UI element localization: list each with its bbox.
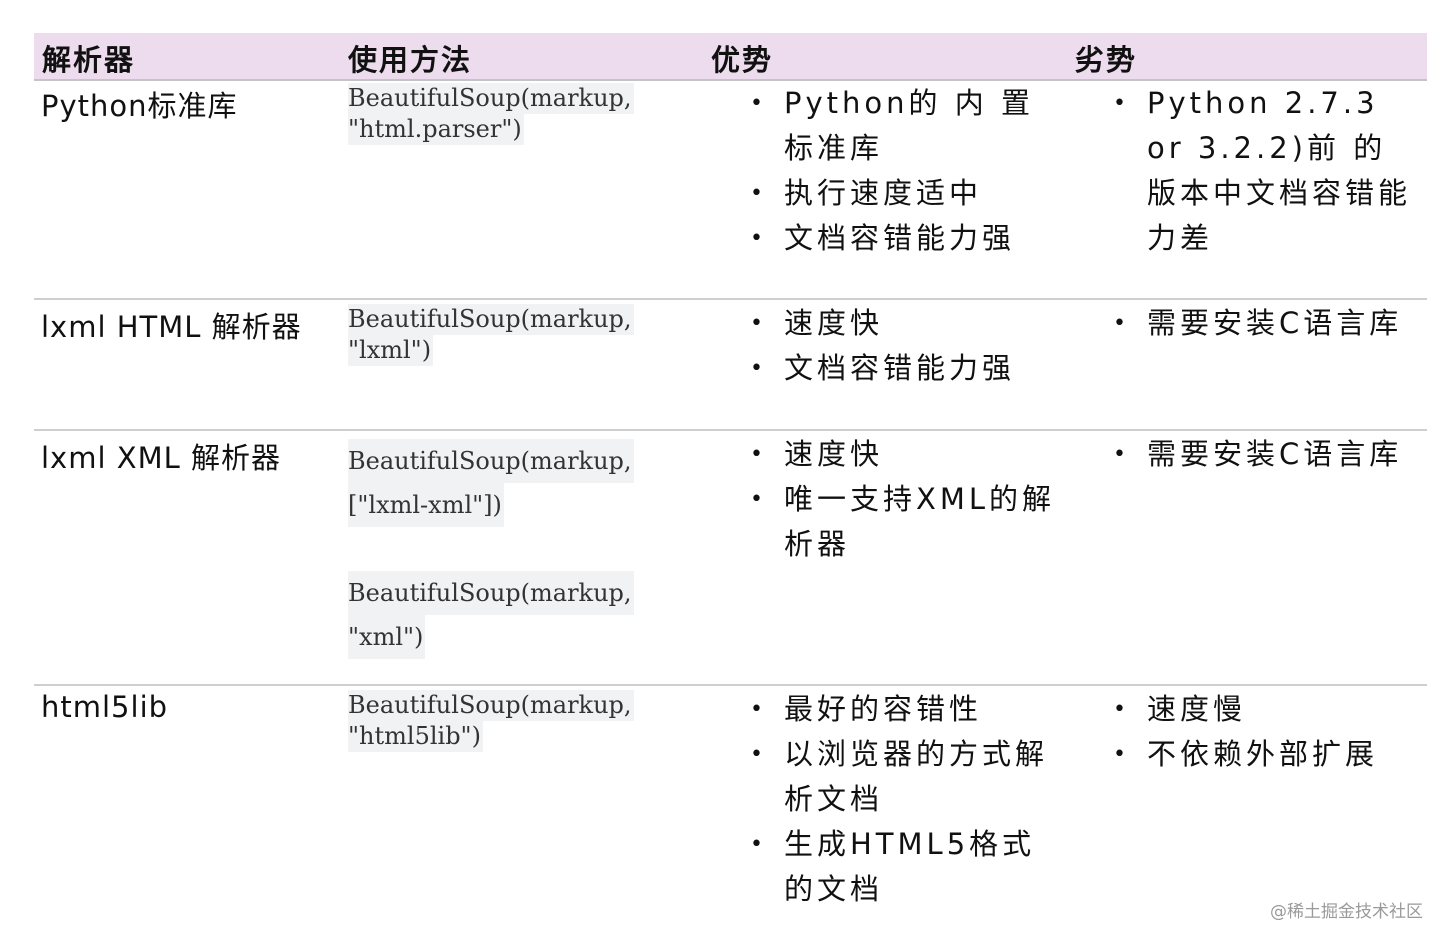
code-line: "xml") — [348, 615, 426, 659]
list-item: • 文档容错能力强 — [750, 216, 1060, 261]
row-divider — [34, 298, 1427, 300]
bullet-icon: • — [750, 226, 767, 251]
list-item: • 唯一支持XML的解析器 — [750, 477, 1060, 567]
pros-list: • Python的 内 置 标准库 • 执行速度适中 • 文档容错能力强 — [750, 81, 1060, 261]
usage-code: BeautifulSoup(markup, "lxml") — [348, 304, 634, 366]
bullet-icon: • — [750, 91, 767, 116]
table-header: 解析器 使用方法 优势 劣势 — [34, 33, 1427, 81]
cons-list: • Python 2.7.3 or 3.2.2)前 的版本中文档容错能力差 — [1113, 81, 1413, 261]
usage-code: BeautifulSoup(markup, "html5lib") — [348, 690, 634, 752]
code-line: BeautifulSoup(markup, — [348, 304, 634, 335]
code-line: BeautifulSoup(markup, — [348, 571, 634, 615]
bullet-icon: • — [750, 356, 767, 381]
list-item: • 生成HTML5格式的文档 — [750, 822, 1060, 912]
list-item: • 速度快 — [750, 432, 1060, 477]
header-parser: 解析器 — [42, 43, 136, 77]
code-line: "html.parser") — [348, 114, 524, 145]
bullet-icon: • — [750, 697, 767, 722]
usage-code: BeautifulSoup(markup, "html.parser") — [348, 83, 634, 145]
list-item: • 以浏览器的方式解析文档 — [750, 732, 1060, 822]
header-pros: 优势 — [711, 43, 774, 77]
list-item: • 速度快 — [750, 301, 1060, 346]
header-cons: 劣势 — [1075, 43, 1138, 77]
bullet-icon: • — [750, 311, 767, 336]
parser-name: Python标准库 — [41, 89, 238, 123]
cons-list: • 速度慢 • 不依赖外部扩展 — [1113, 687, 1413, 777]
list-item: • 文档容错能力强 — [750, 346, 1060, 391]
list-item: • 速度慢 — [1113, 687, 1413, 732]
code-line: ["lxml-xml"]) — [348, 483, 504, 527]
usage-code: BeautifulSoup(markup, ["lxml-xml"]) Beau… — [348, 439, 634, 659]
header-usage: 使用方法 — [348, 43, 473, 77]
list-item: • 需要安装C语言库 — [1113, 301, 1413, 346]
list-item: • Python 2.7.3 or 3.2.2)前 的版本中文档容错能力差 — [1113, 81, 1413, 261]
parser-name: lxml HTML 解析器 — [41, 310, 302, 344]
pros-list: • 速度快 • 唯一支持XML的解析器 — [750, 432, 1060, 567]
pros-list: • 最好的容错性 • 以浏览器的方式解析文档 • 生成HTML5格式的文档 — [750, 687, 1060, 912]
code-line: "html5lib") — [348, 721, 483, 752]
list-item: • 执行速度适中 — [750, 171, 1060, 216]
bullet-icon: • — [1113, 697, 1130, 722]
code-line: BeautifulSoup(markup, — [348, 83, 634, 114]
parser-name: html5lib — [41, 690, 169, 724]
list-item: • 需要安装C语言库 — [1113, 432, 1413, 477]
parser-name: lxml XML 解析器 — [41, 441, 282, 475]
row-divider — [34, 684, 1427, 686]
bullet-icon: • — [750, 181, 767, 206]
bullet-icon: • — [750, 442, 767, 467]
bullet-icon: • — [1113, 311, 1130, 336]
cons-list: • 需要安装C语言库 — [1113, 301, 1413, 346]
bullet-icon: • — [750, 832, 767, 857]
cons-list: • 需要安装C语言库 — [1113, 432, 1413, 477]
bullet-icon: • — [750, 742, 767, 767]
pros-list: • 速度快 • 文档容错能力强 — [750, 301, 1060, 391]
code-line: BeautifulSoup(markup, — [348, 439, 634, 483]
list-item: • 不依赖外部扩展 — [1113, 732, 1413, 777]
code-line: "lxml") — [348, 335, 434, 366]
list-item: • Python的 内 置 标准库 — [750, 81, 1060, 171]
bullet-icon: • — [750, 487, 767, 512]
bullet-icon: • — [1113, 91, 1130, 116]
code-line: BeautifulSoup(markup, — [348, 690, 634, 721]
row-divider — [34, 429, 1427, 431]
list-item: • 最好的容错性 — [750, 687, 1060, 732]
bullet-icon: • — [1113, 442, 1130, 467]
watermark: @稀土掘金技术社区 — [1270, 902, 1423, 922]
bullet-icon: • — [1113, 742, 1130, 767]
